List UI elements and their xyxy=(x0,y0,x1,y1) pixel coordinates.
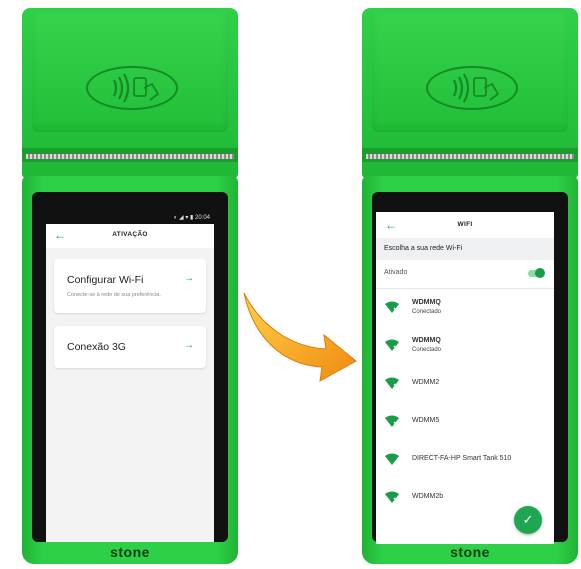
status-bar: ◐ ◢ ▾ ▮ 20:04 xyxy=(46,212,214,224)
printer-housing xyxy=(362,8,578,178)
arrow-right-icon: → xyxy=(184,273,194,284)
network-name: WDMM5 xyxy=(412,417,440,424)
nfc-icon xyxy=(426,66,518,110)
network-item[interactable]: WDMMQ Conectado xyxy=(376,327,554,365)
brand-logo: stone xyxy=(450,544,490,560)
network-status: Conectado xyxy=(412,347,442,353)
network-item[interactable]: DIRECT-FA-HP Smart Tank 510 xyxy=(376,441,554,479)
network-item[interactable]: WDMM5 xyxy=(376,403,554,441)
wifi-icon xyxy=(385,377,399,389)
network-name: WDMM2 xyxy=(412,379,440,386)
nfc-icon xyxy=(86,66,178,110)
pos-terminal-left: stone ◐ ◢ ▾ ▮ 20:04 ← ATIVAÇÃO Configura… xyxy=(22,8,238,564)
status-time: 20:04 xyxy=(194,215,210,221)
wifi-icon xyxy=(385,339,399,351)
network-item[interactable]: WDMMQ Conectado xyxy=(376,289,554,327)
pos-terminal-right: stone ← WIFI Escolha a sua rede Wi-Fi At… xyxy=(362,8,578,564)
brand-logo: stone xyxy=(110,544,150,560)
network-item[interactable]: WDMM2 xyxy=(376,365,554,403)
card-title: Configurar Wi-Fi xyxy=(67,274,144,286)
wifi-icon xyxy=(385,415,399,427)
network-name: WDMM2b xyxy=(412,493,444,500)
network-status: Conectado xyxy=(412,309,442,315)
arrow-right-icon: → xyxy=(184,340,194,351)
confirm-button[interactable]: ✓ xyxy=(514,506,542,534)
section-header: Escolha a sua rede Wi-Fi xyxy=(376,238,554,260)
page-title: WIFI xyxy=(457,221,473,228)
wifi-config-card[interactable]: Configurar Wi-Fi Conecte-se à rede de su… xyxy=(54,259,206,313)
3g-connection-card[interactable]: Conexão 3G → xyxy=(54,326,206,368)
page-title: ATIVAÇÃO xyxy=(112,231,148,238)
app-bar: ← WIFI xyxy=(376,212,554,238)
card-subtitle: Conecte-se à rede de sua preferência. xyxy=(67,292,161,298)
wifi-icon xyxy=(385,301,399,313)
left-screen: ◐ ◢ ▾ ▮ 20:04 ← ATIVAÇÃO Configurar Wi-F… xyxy=(46,212,214,542)
check-icon: ✓ xyxy=(522,512,534,527)
toggle-label: Ativado xyxy=(384,269,408,276)
content-area: Configurar Wi-Fi Conecte-se à rede de su… xyxy=(46,248,214,542)
network-name: WDMMQ xyxy=(412,337,441,344)
app-bar: ← ATIVAÇÃO xyxy=(46,224,214,249)
wifi-icon xyxy=(385,453,399,465)
wifi-toggle[interactable] xyxy=(528,268,545,278)
wifi-toggle-row: Ativado xyxy=(376,260,554,289)
network-name: WDMMQ xyxy=(412,299,441,306)
transition-arrow-icon xyxy=(243,292,357,382)
printer-housing xyxy=(22,8,238,178)
card-title: Conexão 3G xyxy=(67,341,126,353)
right-screen: ← WIFI Escolha a sua rede Wi-Fi Ativado … xyxy=(376,212,554,544)
network-name: DIRECT-FA-HP Smart Tank 510 xyxy=(412,455,512,462)
wifi-icon xyxy=(385,491,399,503)
